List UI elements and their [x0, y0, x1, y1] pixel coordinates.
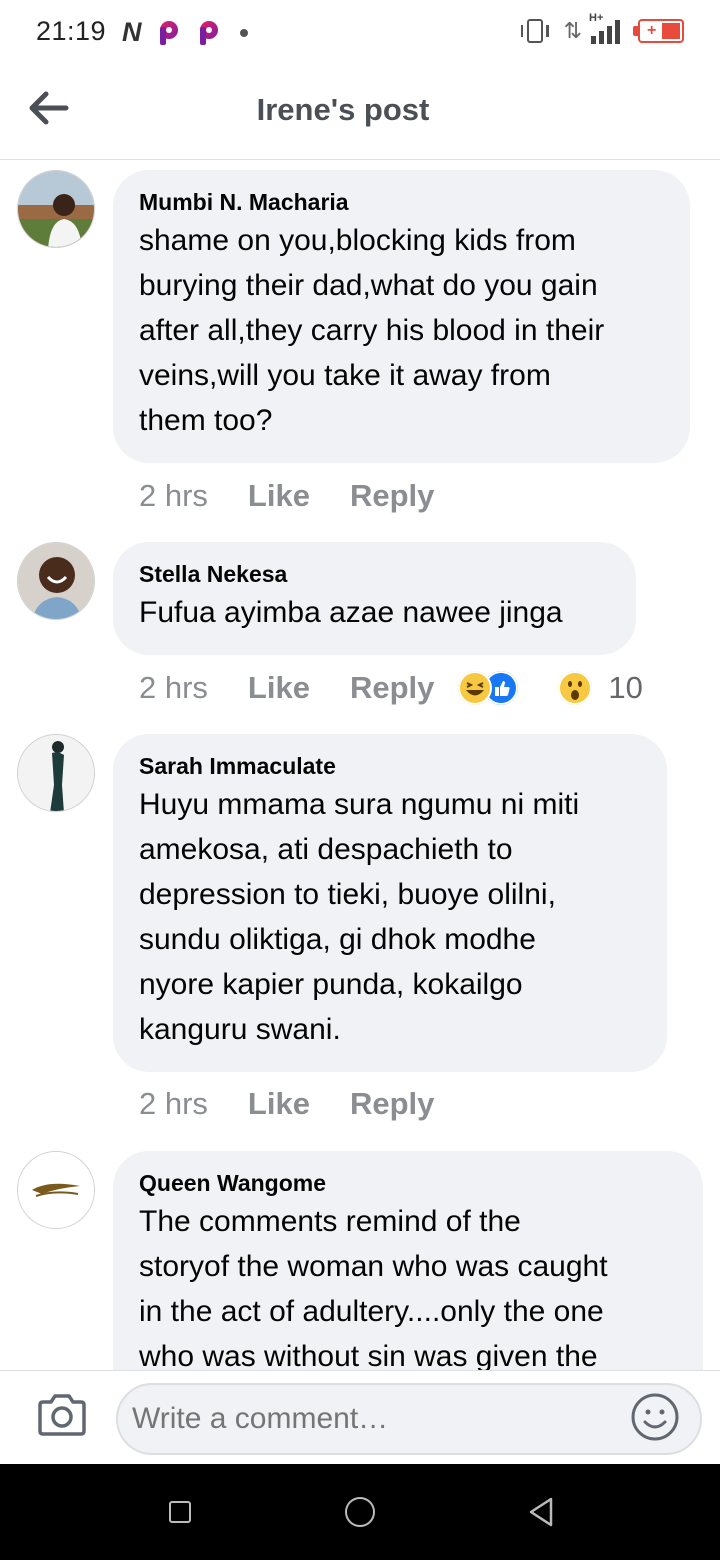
avatar[interactable]	[17, 1151, 95, 1229]
p-app-icon	[196, 19, 222, 47]
avatar[interactable]	[17, 542, 95, 620]
like-button[interactable]: Like	[248, 478, 310, 514]
n-app-icon: N	[122, 17, 142, 47]
comment-text: shame on you,blocking kids from burying …	[139, 224, 605, 437]
comment-composer	[0, 1370, 720, 1464]
system-icons: ⇅ H+ +	[518, 12, 684, 44]
comment-input[interactable]	[116, 1383, 702, 1455]
avatar-photo-icon	[18, 735, 94, 811]
wow-reaction-icon	[558, 671, 593, 705]
comment-actions: 2 hrs Like Reply	[139, 478, 474, 514]
home-button[interactable]	[345, 1497, 375, 1527]
signal-icon: H+	[589, 12, 620, 44]
avatar[interactable]	[17, 170, 95, 248]
battery-charging-icon: +	[633, 19, 684, 43]
comment-author[interactable]: Sarah Immaculate	[139, 750, 641, 782]
recents-button[interactable]	[169, 1501, 191, 1523]
avatar[interactable]	[17, 734, 95, 812]
reply-button[interactable]: Reply	[350, 1086, 434, 1122]
reaction-count: 10	[608, 670, 643, 705]
comment-author[interactable]: Mumbi N. Macharia	[139, 186, 664, 218]
like-button[interactable]: Like	[248, 1086, 310, 1122]
back-triangle-icon[interactable]	[526, 1496, 556, 1528]
comment-time[interactable]: 2 hrs	[139, 478, 208, 514]
avatar-photo-icon	[18, 543, 94, 619]
comment-time[interactable]: 2 hrs	[139, 1086, 208, 1122]
comment-bubble: Mumbi N. Macharia shame on you,blocking …	[113, 170, 690, 463]
status-bar: 21:19 N ⇅ H+ +	[0, 0, 720, 64]
comment-author[interactable]: Stella Nekesa	[139, 558, 610, 590]
comment-bubble: Stella Nekesa Fufua ayimba azae nawee ji…	[113, 542, 636, 655]
reply-button[interactable]: Reply	[350, 478, 434, 514]
haha-reaction-icon	[458, 671, 493, 705]
comment-text: Fufua ayimba azae nawee jinga	[139, 596, 563, 629]
comment-actions: 2 hrs Like Reply 10	[139, 670, 643, 706]
avatar-photo-icon	[18, 171, 94, 247]
camera-icon[interactable]	[36, 1393, 88, 1437]
reactions-summary[interactable]: 10	[458, 670, 643, 706]
comment-text: Huyu mmama sura ngumu ni miti amekosa, a…	[139, 788, 580, 1046]
system-navigation-bar	[0, 1464, 720, 1560]
comment-actions: 2 hrs Like Reply	[139, 1086, 474, 1122]
notification-icons: N	[122, 17, 248, 48]
coaching-group-logo-icon	[18, 1152, 94, 1228]
emoji-icon[interactable]	[630, 1392, 680, 1442]
comment-text: The comments remind of the storyof the w…	[139, 1205, 608, 1370]
comment-time[interactable]: 2 hrs	[139, 670, 208, 706]
p-app-icon	[156, 19, 182, 47]
comment-author[interactable]: Queen Wangome	[139, 1167, 677, 1199]
network-type-label: H+	[589, 12, 604, 24]
comment-bubble: Sarah Immaculate Huyu mmama sura ngumu n…	[113, 734, 667, 1072]
comment-bubble: Queen Wangome The comments remind of the…	[113, 1151, 703, 1370]
like-button[interactable]: Like	[248, 670, 310, 706]
reply-button[interactable]: Reply	[350, 670, 434, 706]
page-title: Irene's post	[256, 92, 430, 127]
vibrate-icon	[518, 18, 552, 44]
post-header: Irene's post	[0, 64, 720, 160]
comment-list: Mumbi N. Macharia shame on you,blocking …	[0, 160, 720, 1370]
status-time: 21:19	[36, 16, 107, 46]
data-transfer-icon: ⇅	[563, 18, 583, 43]
more-notifications-dot-icon	[239, 28, 248, 37]
